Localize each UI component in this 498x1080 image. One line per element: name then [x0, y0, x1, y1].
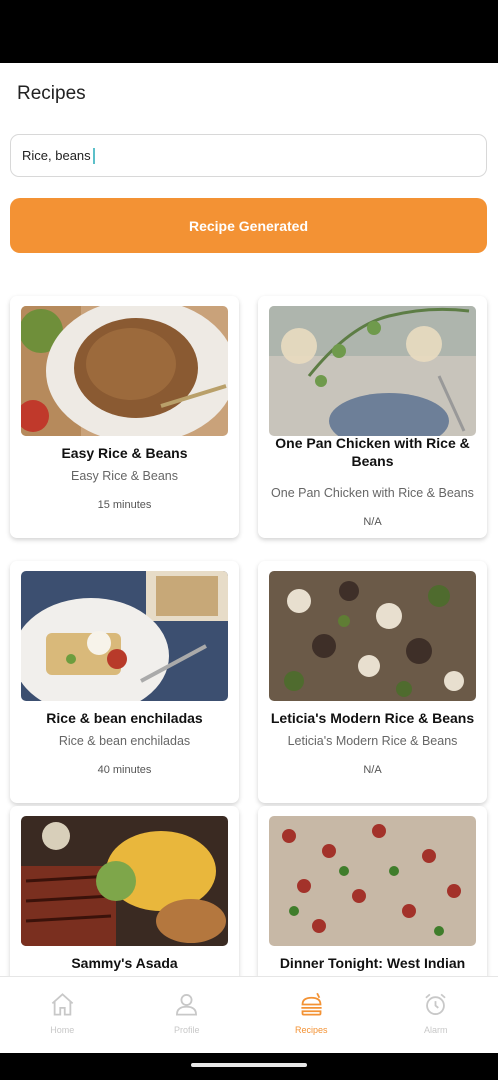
burger-icon: [301, 992, 322, 1016]
nav-item-home[interactable]: Home: [0, 977, 125, 1053]
nav-label-recipes: Recipes: [294, 1025, 328, 1035]
nav-item-alarm[interactable]: Alarm: [374, 977, 498, 1053]
recipe-image: [269, 571, 476, 701]
recipe-title: Leticia's Modern Rice & Beans: [270, 710, 475, 726]
recipe-image: [21, 816, 228, 946]
recipe-time: 15 minutes: [97, 499, 152, 511]
recipe-subtitle: One Pan Chicken with Rice & Beans: [271, 486, 474, 500]
search-input-value: Rice, beans: [22, 148, 91, 163]
recipe-title: Sammy's Asada: [71, 955, 178, 971]
recipe-card[interactable]: Leticia's Modern Rice & Beans Leticia's …: [258, 561, 487, 803]
home-indicator[interactable]: [191, 1063, 307, 1067]
recipe-subtitle: Rice & bean enchiladas: [58, 734, 191, 748]
nav-label-home: Home: [50, 1025, 75, 1035]
recipe-title: Dinner Tonight: West Indian: [279, 955, 466, 971]
nav-item-profile[interactable]: Profile: [125, 977, 250, 1053]
generate-recipe-button[interactable]: Recipe Generated: [10, 198, 487, 253]
nav-item-recipes[interactable]: Recipes: [249, 977, 374, 1053]
screen: Recipes Rice, beans Recipe Generated Eas…: [0, 0, 498, 1080]
alarm-icon: [425, 993, 446, 1015]
recipe-image: [269, 306, 476, 436]
recipe-title: One Pan Chicken with Rice & Beans: [275, 435, 470, 469]
nav-label-alarm: Alarm: [423, 1025, 448, 1035]
bottom-nav: Home Profile Recipes Alarm: [0, 976, 498, 1053]
search-input[interactable]: Rice, beans: [10, 134, 487, 177]
nav-label-profile: Profile: [173, 1025, 200, 1035]
page-title: Recipes: [17, 83, 86, 104]
home-icon: [51, 993, 73, 1016]
recipe-subtitle: Easy Rice & Beans: [71, 469, 178, 483]
recipe-card[interactable]: One Pan Chicken with Rice & Beans One Pa…: [258, 296, 487, 538]
status-bar: [0, 0, 498, 63]
recipe-time: 40 minutes: [97, 764, 152, 776]
recipe-card[interactable]: Dinner Tonight: West Indian: [258, 806, 487, 996]
recipe-time: N/A: [363, 764, 382, 776]
system-navigation-bar: [0, 1053, 498, 1080]
recipe-image: [21, 571, 228, 701]
recipe-card[interactable]: Sammy's Asada: [10, 806, 239, 996]
recipe-title: Easy Rice & Beans: [61, 445, 188, 461]
recipe-image: [269, 816, 476, 946]
recipe-time: N/A: [363, 516, 382, 528]
profile-icon: [176, 994, 198, 1016]
recipe-title: Rice & bean enchiladas: [46, 710, 203, 726]
recipe-image: [21, 306, 228, 436]
text-caret: [92, 147, 95, 164]
recipe-subtitle: Leticia's Modern Rice & Beans: [287, 734, 458, 748]
recipe-card[interactable]: Rice & bean enchiladas Rice & bean enchi…: [10, 561, 239, 803]
app-content: Recipes Rice, beans Recipe Generated Eas…: [0, 63, 498, 1053]
recipe-card[interactable]: Easy Rice & Beans Easy Rice & Beans 15 m…: [10, 296, 239, 538]
